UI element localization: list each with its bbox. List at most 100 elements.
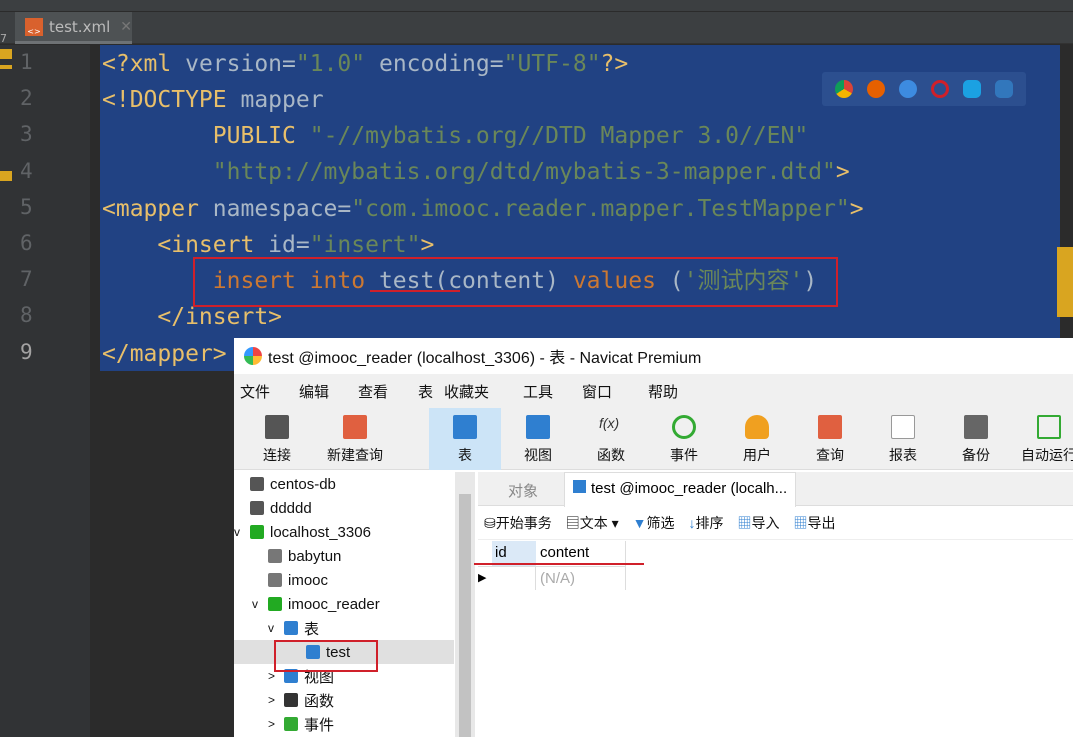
report-icon — [891, 415, 915, 439]
code-line-3: PUBLIC "-//mybatis.org//DTD Mapper 3.0//… — [102, 123, 809, 149]
tree-node-icon — [284, 693, 298, 707]
user-button[interactable]: 用户 — [725, 408, 789, 470]
edge-icon[interactable] — [995, 80, 1013, 98]
line-number: 7 — [20, 267, 33, 292]
opera-icon[interactable] — [931, 80, 949, 98]
object-pane: 对象 test @imooc_reader (localh... ⛁开始事务 ▤… — [478, 472, 1073, 737]
tree-node-icon — [250, 501, 264, 515]
event-button[interactable]: 事件 — [652, 408, 716, 470]
tree-node-icon — [250, 525, 264, 539]
tab-label: test.xml — [49, 17, 111, 36]
menu-window[interactable]: 窗口 — [582, 381, 612, 402]
firefox-icon[interactable] — [867, 80, 885, 98]
query-icon — [818, 415, 842, 439]
report-button[interactable]: 报表 — [871, 408, 935, 470]
highlight-box — [193, 257, 838, 307]
line-number: 6 — [20, 231, 33, 255]
plug-icon — [265, 415, 289, 439]
window-title: test @imooc_reader (localhost_3306) - 表 … — [268, 350, 702, 367]
filter-button[interactable]: ▼筛选 — [633, 513, 675, 533]
tree-node-icon — [268, 549, 282, 563]
data-grid[interactable]: id content ▶ (N/A) — [478, 541, 626, 590]
expand-chevron-icon[interactable]: > — [268, 693, 275, 707]
menu-help[interactable]: 帮助 — [648, 381, 678, 402]
tree-scrollbar[interactable] — [455, 472, 475, 737]
new-query-button[interactable]: 新建查询 — [320, 408, 390, 470]
title-bar: test @imooc_reader (localhost_3306) - 表 … — [234, 338, 1073, 374]
tree-item[interactable]: ddddd — [250, 496, 312, 520]
tree-item[interactable]: v表 — [268, 616, 319, 640]
clock-icon — [672, 415, 696, 439]
tree-item[interactable]: > 函数 — [268, 688, 334, 712]
menu-table[interactable]: 表 — [418, 381, 433, 402]
function-icon: f(x) — [599, 415, 620, 431]
gutter — [0, 45, 90, 737]
change-marker — [0, 49, 12, 59]
user-icon — [745, 415, 769, 439]
tab-objects[interactable]: 对象 — [508, 480, 538, 501]
tab-test-table[interactable]: test @imooc_reader (localh... — [564, 472, 797, 507]
query-button[interactable]: 查询 — [798, 408, 862, 470]
table-row[interactable]: ▶ (N/A) — [478, 566, 626, 590]
expand-chevron-icon[interactable]: v — [252, 597, 258, 611]
backup-button[interactable]: 备份 — [944, 408, 1008, 470]
function-button[interactable]: f(x) 函数 — [579, 408, 643, 470]
tree-node-icon — [268, 573, 282, 587]
top-bar — [0, 0, 1073, 12]
sort-button[interactable]: ↓排序 — [689, 513, 724, 533]
begin-transaction-button[interactable]: ⛁开始事务 — [484, 513, 552, 533]
row-pointer-icon: ▶ — [478, 572, 487, 584]
ie-icon[interactable] — [963, 80, 981, 98]
menu-bar: 文件 编辑 查看 表 收藏夹 工具 窗口 帮助 — [234, 374, 1073, 408]
export-button[interactable]: ▦导出 — [794, 513, 836, 533]
expand-chevron-icon[interactable]: > — [268, 717, 275, 731]
safari-icon[interactable] — [899, 80, 917, 98]
tree-node-icon — [284, 621, 298, 635]
line-number: 2 — [20, 86, 33, 111]
code-line-4: "http://mybatis.org/dtd/mybatis-3-mapper… — [102, 159, 850, 185]
tree-node-icon — [284, 717, 298, 731]
menu-file[interactable]: 文件 — [240, 381, 270, 402]
expand-chevron-icon[interactable]: v — [268, 621, 274, 635]
table-button[interactable]: 表 — [429, 408, 501, 470]
tree-item[interactable]: imooc — [268, 568, 328, 592]
table-icon — [573, 480, 586, 493]
line-number: 9 — [20, 339, 33, 364]
scroll-thumb[interactable] — [459, 494, 471, 737]
import-button[interactable]: ▦导入 — [738, 513, 780, 533]
navicat-logo-icon — [244, 347, 262, 365]
view-icon — [526, 415, 550, 439]
connect-button[interactable]: 连接 — [254, 408, 300, 470]
scroll-marker — [1057, 247, 1073, 317]
code-line-9: </mapper> — [102, 341, 227, 367]
backup-icon — [964, 415, 988, 439]
xml-file-icon: <> — [25, 17, 43, 36]
cell-id[interactable] — [492, 567, 536, 590]
tree-item[interactable]: v localhost_3306 — [234, 520, 371, 544]
close-icon[interactable]: ✕ — [120, 19, 132, 35]
tree-item[interactable]: centos-db — [250, 472, 336, 496]
chrome-icon[interactable] — [835, 80, 853, 98]
menu-view[interactable]: 查看 — [358, 381, 388, 402]
automation-icon — [1037, 415, 1061, 439]
change-marker — [0, 171, 12, 181]
tree-item[interactable]: > 事件 — [268, 712, 334, 736]
cell-content[interactable]: (N/A) — [536, 567, 626, 590]
tree-item[interactable]: v imooc_reader — [252, 592, 380, 616]
tree-item[interactable]: babytun — [268, 544, 341, 568]
view-button[interactable]: 视图 — [506, 408, 570, 470]
underline-annotation — [474, 563, 644, 565]
tree-node-icon — [268, 597, 282, 611]
text-button[interactable]: ▤文本 ▾ — [566, 513, 619, 533]
expand-chevron-icon[interactable]: v — [234, 525, 240, 539]
menu-edit[interactable]: 编辑 — [299, 381, 329, 402]
menu-tools[interactable]: 工具 — [523, 381, 553, 402]
tab-test-xml[interactable]: <> test.xml ✕ — [15, 12, 132, 44]
menu-favorites[interactable]: 收藏夹 — [444, 381, 489, 402]
code-line-2: <!DOCTYPE mapper — [102, 87, 324, 113]
automation-button[interactable]: 自动运行 — [1014, 408, 1073, 470]
code-line-5: <mapper namespace="com.imooc.reader.mapp… — [102, 196, 864, 222]
line-number: 8 — [20, 303, 33, 328]
highlight-box — [274, 640, 378, 672]
connection-tree: centos-db ddddd v localhost_3306 babytun imoo… — [234, 472, 454, 737]
